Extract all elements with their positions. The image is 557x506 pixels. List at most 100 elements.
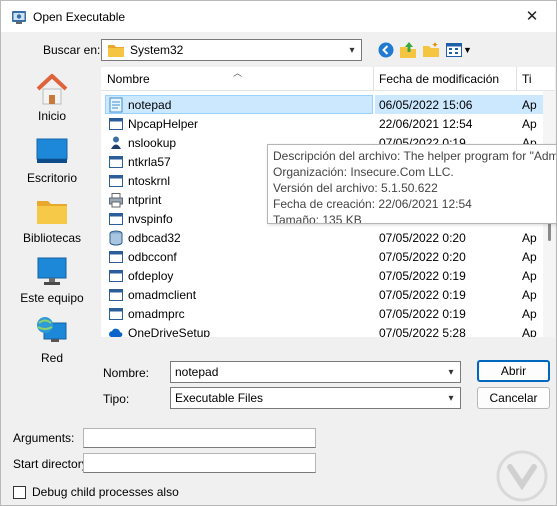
file-date: 22/06/2021 12:54 — [379, 116, 473, 131]
place-label: Inicio — [37, 109, 66, 123]
file-name-cell[interactable]: OneDriveSetup — [105, 323, 373, 337]
file-date: 07/05/2022 0:19 — [379, 268, 466, 283]
file-name-cell[interactable]: NpcapHelper — [105, 114, 373, 133]
window-title: Open Executable — [33, 10, 126, 24]
close-icon: ✕ — [525, 8, 539, 25]
file-row[interactable]: omadmclient 07/05/2022 0:19 Ap — [101, 285, 555, 304]
column-divider[interactable] — [373, 67, 374, 91]
view-grid-icon — [446, 43, 463, 57]
file-name-cell[interactable]: odbcad32 — [105, 228, 373, 247]
file-type: Ap — [522, 249, 537, 264]
chevron-down-icon[interactable]: ▾ — [442, 367, 460, 378]
window-app-icon — [108, 249, 124, 265]
filename-combo[interactable]: notepad ▾ — [170, 361, 461, 383]
file-row[interactable]: ofdeploy 07/05/2022 0:19 Ap — [101, 266, 555, 285]
window-app-icon — [108, 211, 124, 227]
lookin-value: System32 — [130, 43, 184, 57]
file-name: ntoskrnl — [128, 173, 171, 188]
tooltip-description: Descripción del archivo: The helper prog… — [273, 149, 557, 163]
database-icon — [108, 230, 124, 246]
place-este-equipo[interactable]: Este equipo — [7, 255, 97, 305]
app-icon — [12, 11, 26, 24]
place-bibliotecas[interactable]: Bibliotecas — [7, 195, 97, 245]
dropdown-arrow-icon: ▼ — [463, 45, 472, 55]
file-row[interactable]: odbcad32 07/05/2022 0:20 Ap — [101, 228, 555, 247]
back-button[interactable] — [376, 40, 396, 60]
column-name-header[interactable]: Nombre — [107, 72, 150, 86]
startdir-label: Start directory: — [13, 457, 92, 471]
tooltip-version: Versión del archivo: 5.1.50.622 — [273, 181, 438, 195]
file-name-cell[interactable]: ofdeploy — [105, 266, 373, 285]
list-header: Nombre Fecha de modificación Ti — [101, 67, 555, 91]
place-red[interactable]: Red — [7, 315, 97, 365]
column-type-header[interactable]: Ti — [522, 72, 532, 86]
file-type: Ap — [522, 325, 537, 338]
file-name-cell[interactable]: omadmprc — [105, 304, 373, 323]
view-menu-button[interactable]: ▼ — [445, 40, 473, 60]
window-app-icon — [108, 287, 124, 303]
person-app-icon — [108, 135, 124, 151]
file-name: odbcad32 — [128, 230, 181, 245]
lookin-combo[interactable]: System32 ▾ — [101, 39, 362, 61]
filetype-combo[interactable]: Executable Files ▾ — [170, 387, 461, 409]
home-icon — [36, 74, 68, 105]
new-folder-button[interactable] — [421, 40, 441, 60]
column-date-header[interactable]: Fecha de modificación — [379, 72, 499, 86]
column-divider[interactable] — [516, 67, 517, 91]
file-name: NpcapHelper — [128, 116, 199, 131]
file-type: Ap — [522, 287, 537, 302]
chevron-down-icon: ▾ — [349, 44, 355, 56]
desktop-icon — [36, 138, 68, 163]
file-name-cell[interactable]: odbcconf — [105, 247, 373, 266]
file-name: odbcconf — [128, 249, 177, 264]
libraries-icon — [37, 201, 67, 224]
file-row[interactable]: OneDriveSetup 07/05/2022 5:28 Ap — [101, 323, 555, 337]
debug-checkbox-row[interactable]: Debug child processes also — [13, 485, 179, 499]
file-date: 07/05/2022 0:20 — [379, 249, 466, 264]
place-label: Escritorio — [26, 171, 77, 185]
file-row[interactable]: NpcapHelper 22/06/2021 12:54 Ap — [101, 114, 555, 133]
up-folder-button[interactable] — [398, 40, 418, 60]
new-folder-icon — [423, 42, 439, 57]
arguments-input[interactable] — [83, 428, 316, 448]
chevron-down-icon[interactable]: ▾ — [442, 393, 460, 404]
file-name-cell[interactable]: notepad — [105, 95, 373, 114]
window-app-icon — [108, 268, 124, 284]
file-type: Ap — [519, 95, 543, 114]
place-label: Bibliotecas — [22, 231, 82, 245]
place-escritorio[interactable]: Escritorio — [7, 135, 97, 185]
place-inicio[interactable]: Inicio — [7, 73, 97, 123]
tooltip-organization: Organización: Insecure.Com LLC. — [273, 165, 454, 179]
file-name: omadmprc — [128, 306, 185, 321]
window-app-icon — [108, 154, 124, 170]
arguments-label: Arguments: — [13, 431, 75, 445]
place-label: Este equipo — [20, 291, 84, 305]
onedrive-icon — [108, 325, 124, 338]
file-name: OneDriveSetup — [128, 325, 211, 338]
cancel-button[interactable]: Cancelar — [477, 387, 550, 409]
up-folder-icon — [400, 42, 416, 58]
file-type: Ap — [522, 116, 537, 131]
file-row[interactable]: omadmprc 07/05/2022 0:19 Ap — [101, 304, 555, 323]
file-date: 07/05/2022 0:19 — [379, 306, 466, 321]
place-label: Red — [40, 351, 63, 365]
file-name: omadmclient — [128, 287, 197, 302]
open-button[interactable]: Abrir — [477, 360, 550, 382]
file-date: 07/05/2022 0:20 — [379, 230, 466, 245]
file-name-cell[interactable]: omadmclient — [105, 285, 373, 304]
file-row[interactable]: notepad 06/05/2022 15:06 Ap — [101, 95, 555, 114]
file-row[interactable]: odbcconf 07/05/2022 0:20 Ap — [101, 247, 555, 266]
debug-checkbox[interactable] — [13, 485, 26, 499]
file-date: 06/05/2022 15:06 — [375, 95, 519, 114]
printer-icon — [108, 192, 124, 208]
close-button[interactable]: ✕ — [512, 1, 552, 31]
startdir-input[interactable] — [83, 453, 316, 473]
file-name: ofdeploy — [128, 268, 174, 283]
window-app-icon — [108, 306, 124, 322]
file-info-tooltip: Descripción del archivo: The helper prog… — [267, 144, 557, 224]
site-logo-icon — [496, 450, 548, 502]
notepad-icon — [108, 97, 124, 113]
filetype-label: Tipo: — [103, 392, 130, 406]
window-app-icon — [108, 173, 124, 189]
file-type: Ap — [522, 268, 537, 283]
